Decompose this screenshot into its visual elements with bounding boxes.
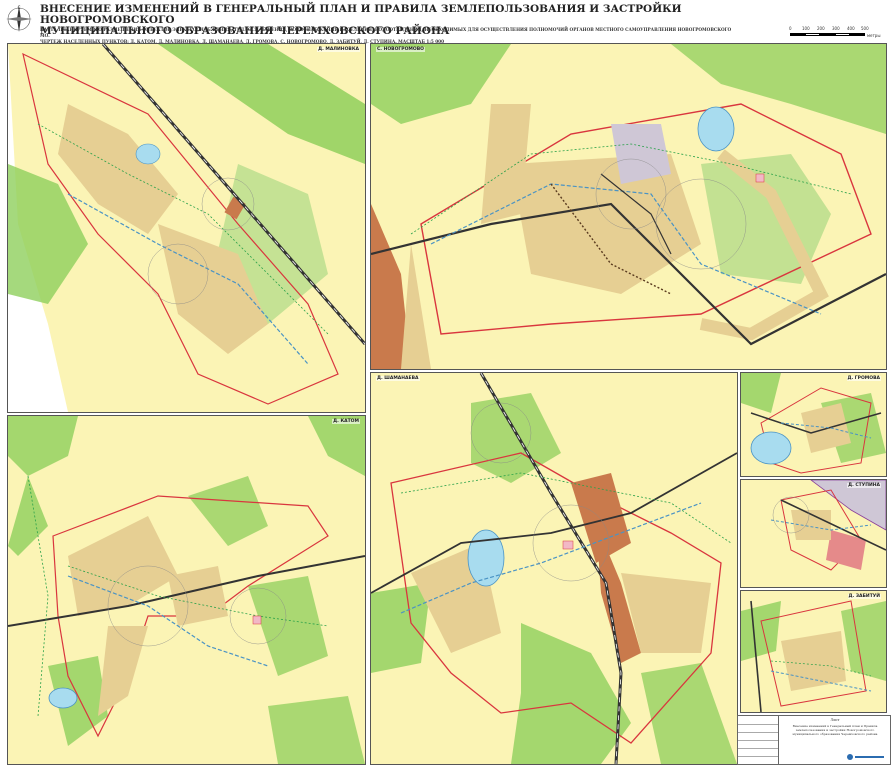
stamp-row — [738, 732, 778, 733]
subtitle-line-1: КАРТА ПЛАНИРУЕМОГО РАЗМЕЩЕНИЯ ОБЪЕКТОВ Э… — [40, 27, 732, 38]
title-block-stamp: Лист Внесение изменений в Генеральный пл… — [737, 715, 891, 765]
panel-label-gromova: Д. ГРОМОВА — [846, 376, 881, 381]
map-panel-stupina[interactable]: Д. СТУПИНА — [740, 479, 887, 588]
panel-label-novogromovo: С. НОВОГРОМОВО — [376, 47, 425, 52]
scale-segment — [805, 33, 820, 36]
stamp-grid — [738, 716, 779, 764]
panel-label-stupina: Д. СТУПИНА — [847, 483, 881, 488]
compass-rose-icon: С — [6, 5, 32, 32]
stamp-row — [738, 724, 778, 725]
scale-label: 100 — [802, 26, 810, 31]
scale-label: 300 — [832, 26, 840, 31]
scale-bar: 0 100 200 300 400 500 метры — [789, 26, 885, 40]
scale-label: 500 — [861, 26, 869, 31]
stamp-row — [738, 748, 778, 749]
map-panel-shamanaeva[interactable]: Д. ШАМАНАЕВА — [370, 372, 738, 765]
scale-label: 200 — [817, 26, 825, 31]
scale-segment — [835, 33, 850, 36]
stamp-header: Лист — [830, 718, 840, 722]
panel-label-zabituy: Д. ЗАБИТУЙ — [847, 594, 881, 599]
map-panel-katom[interactable]: Д. КАТОМ — [7, 415, 366, 765]
map-panel-malinovka[interactable]: Д. МАЛИНОВКА — [7, 43, 366, 413]
stamp-row — [738, 756, 778, 757]
title-line-1: ВНЕСЕНИЕ ИЗМЕНЕНИЙ В ГЕНЕРАЛЬНЫЙ ПЛАН И … — [40, 3, 682, 26]
map-sheet: С ВНЕСЕНИЕ ИЗМЕНЕНИЙ В ГЕНЕРАЛЬНЫЙ ПЛАН … — [0, 0, 893, 768]
company-logo-icon — [847, 754, 884, 760]
map-panel-novogromovo[interactable]: С. НОВОГРОМОВО — [370, 43, 887, 370]
scale-label: 400 — [847, 26, 855, 31]
scale-unit: метры — [867, 33, 881, 38]
panel-label-katom: Д. КАТОМ — [332, 419, 360, 424]
panel-label-shamanaeva: Д. ШАМАНАЕВА — [376, 376, 420, 381]
scale-label: 0 — [789, 26, 792, 31]
map-panel-zabituy[interactable]: Д. ЗАБИТУЙ — [740, 590, 887, 713]
scale-segment — [820, 33, 835, 36]
stamp-row — [738, 740, 778, 741]
map-panel-gromova[interactable]: Д. ГРОМОВА — [740, 372, 887, 477]
panel-label-malinovka: Д. МАЛИНОВКА — [317, 47, 360, 52]
scale-segment — [790, 33, 805, 36]
scale-segment — [850, 33, 865, 36]
stamp-text: Внесение изменений в Генеральный план и … — [792, 724, 878, 736]
svg-text:С: С — [18, 5, 21, 10]
